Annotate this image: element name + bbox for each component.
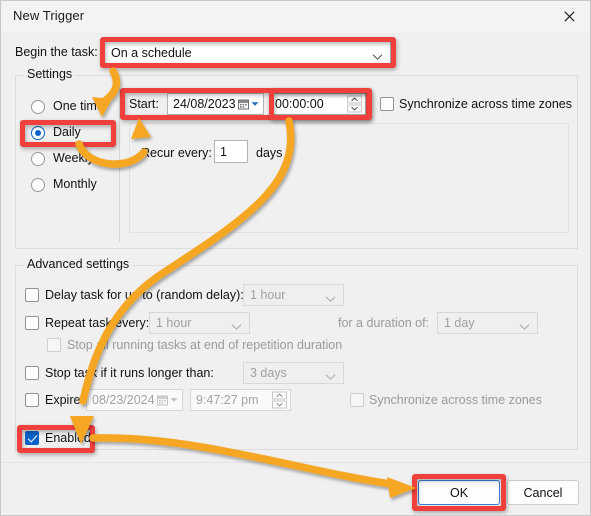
repeat-task-combobox[interactable]: 1 hour xyxy=(149,312,250,334)
radio-daily[interactable] xyxy=(31,126,45,140)
ok-button-label: OK xyxy=(449,485,469,500)
sync-time-zones-checkbox[interactable] xyxy=(380,97,394,111)
start-time-value: 00:00:00 xyxy=(275,97,324,111)
radio-monthly-label: Monthly xyxy=(53,177,97,191)
spinner-down-button[interactable] xyxy=(272,400,287,409)
expire-label: Expire: xyxy=(45,393,84,407)
repeat-duration-value: 1 day xyxy=(444,316,475,330)
recur-days-label: days xyxy=(256,146,283,160)
repeat-duration-label: for a duration of: xyxy=(338,316,430,330)
close-button[interactable] xyxy=(546,1,590,32)
start-time-field[interactable]: 00:00:00 xyxy=(269,93,366,115)
recur-every-field[interactable]: 1 xyxy=(214,140,248,163)
radio-daily-label: Daily xyxy=(53,125,81,139)
radio-one-time[interactable] xyxy=(31,100,45,114)
chevron-down-icon[interactable] xyxy=(170,398,178,403)
radio-monthly[interactable] xyxy=(31,178,45,192)
enabled-label: Enabled xyxy=(45,431,91,445)
radio-one-time-label: One time xyxy=(53,99,104,113)
delay-task-combobox[interactable]: 1 hour xyxy=(243,284,344,306)
recur-every-label: Recur every: xyxy=(141,146,212,160)
start-time-spinner[interactable] xyxy=(347,95,362,113)
stop-if-longer-value: 3 days xyxy=(250,366,287,380)
repeat-task-value: 1 hour xyxy=(156,316,192,330)
chevron-down-icon xyxy=(325,370,336,380)
stop-all-running-label: Stop all running tasks at end of repetit… xyxy=(67,338,343,352)
radio-weekly[interactable] xyxy=(31,152,45,166)
spinner-up-button[interactable] xyxy=(272,391,287,400)
expire-time-spinner[interactable] xyxy=(272,391,287,409)
sync-time-zones-label: Synchronize across time zones xyxy=(399,97,572,111)
expire-time-field[interactable]: 9:47:27 pm xyxy=(190,389,291,411)
title-bar: New Trigger xyxy=(1,1,590,34)
start-date-field[interactable]: 24/08/2023 xyxy=(167,93,264,115)
cancel-button-label: Cancel xyxy=(523,485,563,500)
expire-sync-time-zones-label: Synchronize across time zones xyxy=(369,393,542,407)
delay-task-checkbox[interactable] xyxy=(25,288,39,302)
chevron-down-icon xyxy=(519,320,530,330)
begin-task-combobox[interactable]: On a schedule xyxy=(104,41,391,64)
window-title: New Trigger xyxy=(13,8,85,23)
enabled-checkbox[interactable] xyxy=(25,431,39,445)
settings-group-title: Settings xyxy=(23,67,77,81)
recur-every-value: 1 xyxy=(220,144,227,159)
calendar-icon xyxy=(157,395,168,406)
start-label: Start: xyxy=(129,97,159,111)
expire-time-value: 9:47:27 pm xyxy=(196,393,259,407)
expire-date-field[interactable]: 08/23/2024 xyxy=(86,389,183,411)
stop-if-longer-label: Stop task if it runs longer than: xyxy=(45,366,214,380)
begin-task-value: On a schedule xyxy=(111,45,192,60)
cancel-button[interactable]: Cancel xyxy=(507,480,579,505)
calendar-icon xyxy=(238,99,249,110)
ok-button[interactable]: OK xyxy=(418,480,500,505)
expire-date-value: 08/23/2024 xyxy=(92,393,155,407)
advanced-settings-group-title: Advanced settings xyxy=(23,257,134,271)
start-date-value: 24/08/2023 xyxy=(173,97,236,111)
chevron-down-icon xyxy=(231,320,242,330)
stop-all-running-checkbox[interactable] xyxy=(47,338,61,352)
spinner-down-button[interactable] xyxy=(347,104,362,113)
repeat-duration-combobox[interactable]: 1 day xyxy=(437,312,538,334)
spinner-up-button[interactable] xyxy=(347,95,362,104)
radio-weekly-label: Weekly xyxy=(53,151,94,165)
new-trigger-dialog: New Trigger Begin the task: On a schedul… xyxy=(0,0,591,516)
stop-if-longer-checkbox[interactable] xyxy=(25,366,39,380)
delay-task-label: Delay task for up to (random delay): xyxy=(45,288,244,302)
repeat-task-checkbox[interactable] xyxy=(25,316,39,330)
repeat-task-label: Repeat task every: xyxy=(45,316,150,330)
chevron-down-icon[interactable] xyxy=(251,102,259,107)
settings-divider xyxy=(119,87,120,242)
chevron-down-icon xyxy=(325,292,336,302)
close-icon xyxy=(563,11,575,22)
stop-if-longer-combobox[interactable]: 3 days xyxy=(243,362,344,384)
recur-panel xyxy=(129,123,569,233)
chevron-down-icon xyxy=(372,49,383,60)
delay-task-value: 1 hour xyxy=(250,288,286,302)
expire-sync-time-zones-checkbox[interactable] xyxy=(350,393,364,407)
footer-divider xyxy=(1,462,590,463)
expire-checkbox[interactable] xyxy=(25,393,39,407)
begin-task-label: Begin the task: xyxy=(15,45,98,59)
